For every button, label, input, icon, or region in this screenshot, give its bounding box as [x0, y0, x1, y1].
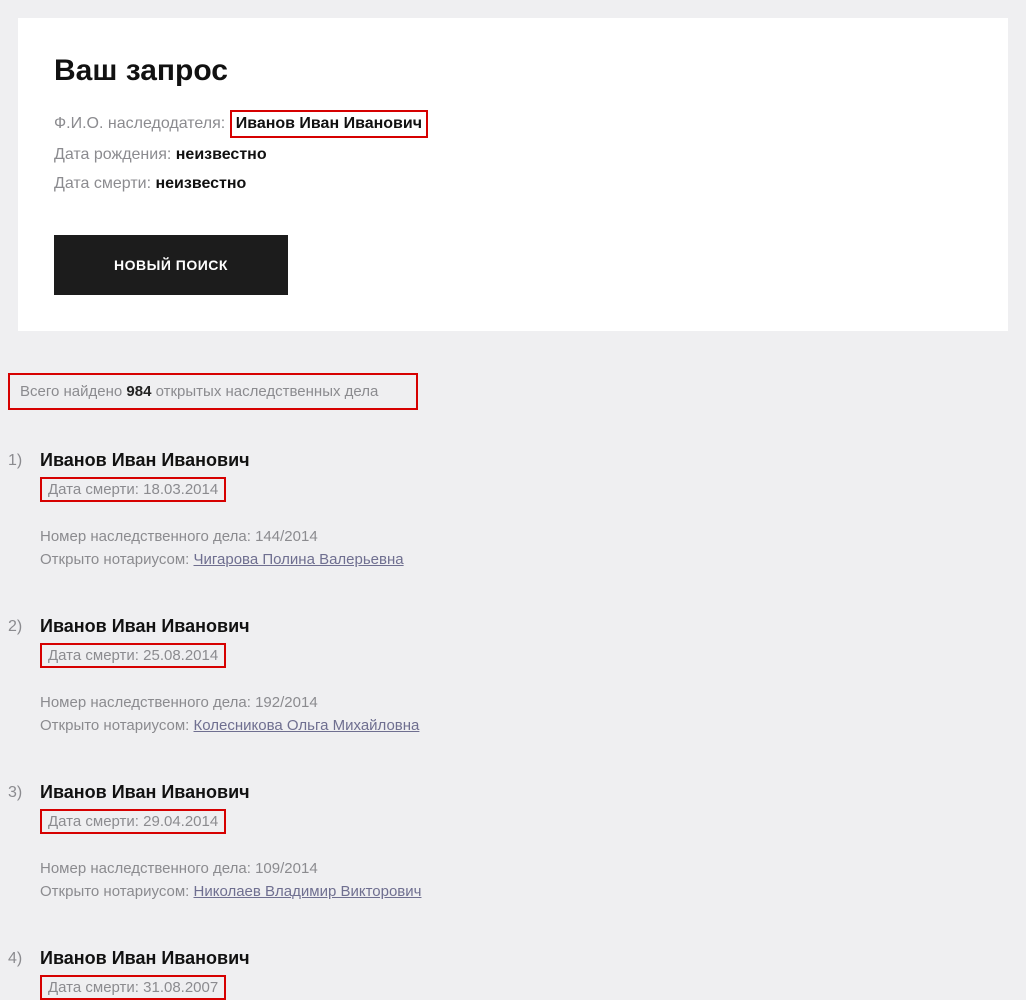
result-death-row: Дата смерти: 18.03.2014 [40, 477, 226, 502]
death-value: 18.03.2014 [143, 481, 218, 498]
case-label: Номер наследственного дела: [40, 694, 251, 711]
result-number: 1) [8, 450, 40, 574]
summary-suffix: открытых наследственных дела [156, 383, 379, 400]
result-notary-row: Открыто нотариусом: Колесникова Ольга Ми… [40, 717, 1018, 734]
result-name: Иванов Иван Иванович [40, 450, 1018, 471]
result-number: 3) [8, 782, 40, 906]
notary-link[interactable]: Чигарова Полина Валерьевна [194, 551, 404, 568]
result-number: 2) [8, 616, 40, 740]
result-name: Иванов Иван Иванович [40, 948, 1018, 969]
result-case-row: Номер наследственного дела: 144/2014 [40, 528, 1018, 545]
result-notary-row: Открыто нотариусом: Николаев Владимир Ви… [40, 883, 1018, 900]
query-death-label: Дата смерти: [54, 175, 151, 192]
query-birth-value: неизвестно [176, 146, 267, 163]
case-value: 144/2014 [255, 528, 318, 545]
query-fio-value: Иванов Иван Иванович [236, 115, 422, 132]
notary-label: Открыто нотариусом: [40, 551, 189, 568]
result-item: 4) Иванов Иван Иванович Дата смерти: 31.… [8, 948, 1018, 1000]
result-body: Иванов Иван Иванович Дата смерти: 25.08.… [40, 616, 1018, 740]
result-notary-row: Открыто нотариусом: Чигарова Полина Вале… [40, 551, 1018, 568]
query-death-row: Дата смерти: неизвестно [54, 173, 972, 195]
case-label: Номер наследственного дела: [40, 860, 251, 877]
notary-label: Открыто нотариусом: [40, 717, 189, 734]
result-case-row: Номер наследственного дела: 192/2014 [40, 694, 1018, 711]
query-fio-label: Ф.И.О. наследодателя: [54, 115, 225, 132]
result-number: 4) [8, 948, 40, 1000]
query-death-value: неизвестно [155, 175, 246, 192]
death-label: Дата смерти: [48, 979, 139, 996]
case-value: 192/2014 [255, 694, 318, 711]
query-title: Ваш запрос [54, 54, 972, 88]
results-summary: Всего найдено 984 открытых наследственны… [8, 373, 418, 410]
result-death-row: Дата смерти: 25.08.2014 [40, 643, 226, 668]
query-fio-value-highlight: Иванов Иван Иванович [230, 110, 428, 138]
summary-count: 984 [126, 383, 151, 400]
notary-link[interactable]: Колесникова Ольга Михайловна [194, 717, 420, 734]
death-label: Дата смерти: [48, 647, 139, 664]
case-value: 109/2014 [255, 860, 318, 877]
notary-label: Открыто нотариусом: [40, 883, 189, 900]
death-value: 29.04.2014 [143, 813, 218, 830]
summary-prefix: Всего найдено [20, 383, 122, 400]
query-birth-row: Дата рождения: неизвестно [54, 144, 972, 166]
result-name: Иванов Иван Иванович [40, 782, 1018, 803]
result-item: 3) Иванов Иван Иванович Дата смерти: 29.… [8, 782, 1018, 906]
death-label: Дата смерти: [48, 813, 139, 830]
death-value: 25.08.2014 [143, 647, 218, 664]
death-label: Дата смерти: [48, 481, 139, 498]
results-list: 1) Иванов Иван Иванович Дата смерти: 18.… [8, 450, 1018, 1000]
result-body: Иванов Иван Иванович Дата смерти: 18.03.… [40, 450, 1018, 574]
query-birth-label: Дата рождения: [54, 146, 171, 163]
new-search-button[interactable]: НОВЫЙ ПОИСК [54, 235, 288, 295]
death-value: 31.08.2007 [143, 979, 218, 996]
query-card: Ваш запрос Ф.И.О. наследодателя: Иванов … [18, 18, 1008, 331]
result-case-row: Номер наследственного дела: 109/2014 [40, 860, 1018, 877]
result-body: Иванов Иван Иванович Дата смерти: 29.04.… [40, 782, 1018, 906]
result-body: Иванов Иван Иванович Дата смерти: 31.08.… [40, 948, 1018, 1000]
result-name: Иванов Иван Иванович [40, 616, 1018, 637]
result-death-row: Дата смерти: 29.04.2014 [40, 809, 226, 834]
result-death-row: Дата смерти: 31.08.2007 [40, 975, 226, 1000]
result-item: 2) Иванов Иван Иванович Дата смерти: 25.… [8, 616, 1018, 740]
notary-link[interactable]: Николаев Владимир Викторович [194, 883, 422, 900]
case-label: Номер наследственного дела: [40, 528, 251, 545]
result-item: 1) Иванов Иван Иванович Дата смерти: 18.… [8, 450, 1018, 574]
query-fio-row: Ф.И.О. наследодателя: Иванов Иван Иванов… [54, 110, 972, 138]
